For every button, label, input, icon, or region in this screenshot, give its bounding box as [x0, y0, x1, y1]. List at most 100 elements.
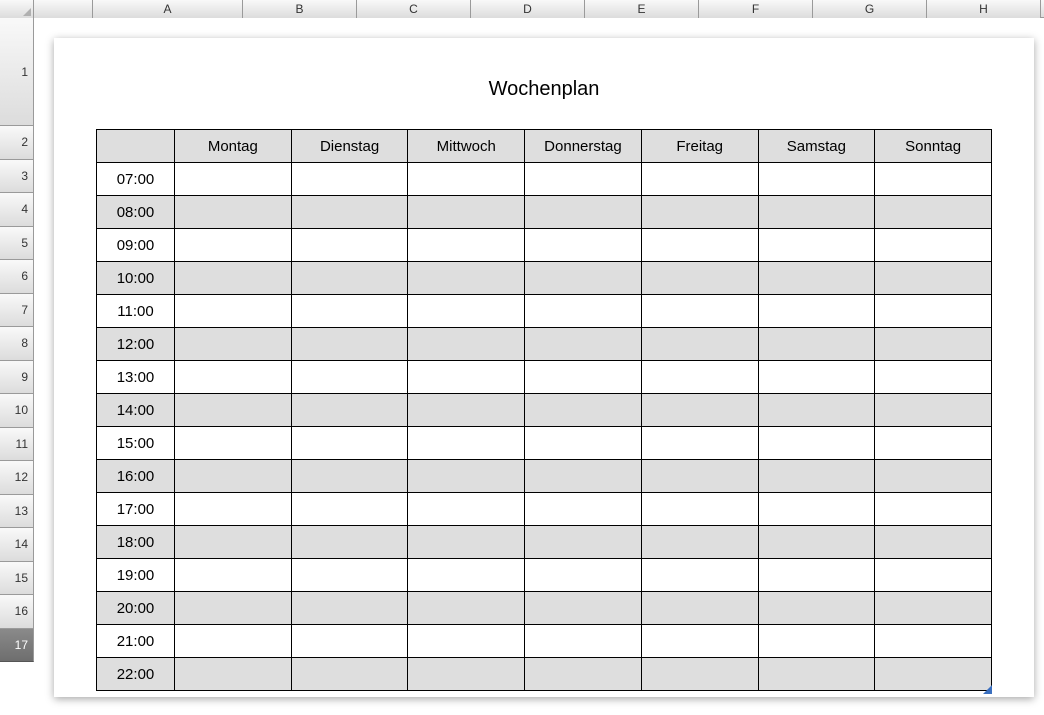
cell[interactable] — [758, 658, 875, 691]
cell[interactable] — [408, 493, 525, 526]
cell[interactable] — [291, 526, 408, 559]
cell[interactable] — [408, 427, 525, 460]
cell[interactable] — [875, 295, 992, 328]
day-header-5[interactable]: Samstag — [758, 130, 875, 163]
cell[interactable] — [641, 163, 758, 196]
cell[interactable] — [291, 328, 408, 361]
cell[interactable] — [641, 394, 758, 427]
day-header-0[interactable]: Montag — [175, 130, 292, 163]
cell[interactable] — [175, 295, 292, 328]
cell[interactable] — [875, 625, 992, 658]
row-header-12[interactable]: 12 — [0, 461, 34, 495]
cell[interactable] — [291, 295, 408, 328]
cell[interactable] — [408, 328, 525, 361]
day-header-6[interactable]: Sonntag — [875, 130, 992, 163]
cell[interactable] — [875, 559, 992, 592]
cell[interactable] — [175, 625, 292, 658]
row-header-10[interactable]: 10 — [0, 394, 34, 428]
cell[interactable] — [641, 361, 758, 394]
cell[interactable] — [408, 592, 525, 625]
cell[interactable] — [175, 658, 292, 691]
row-header-13[interactable]: 13 — [0, 495, 34, 529]
cell[interactable] — [291, 394, 408, 427]
cell[interactable] — [291, 262, 408, 295]
time-cell[interactable]: 07:00 — [97, 163, 175, 196]
row-header-5[interactable]: 5 — [0, 227, 34, 261]
column-header-F[interactable]: F — [699, 0, 813, 18]
column-header-G[interactable]: G — [813, 0, 927, 18]
cell[interactable] — [291, 196, 408, 229]
cell[interactable] — [875, 229, 992, 262]
time-cell[interactable]: 15:00 — [97, 427, 175, 460]
time-cell[interactable]: 08:00 — [97, 196, 175, 229]
cell[interactable] — [175, 493, 292, 526]
cell[interactable] — [758, 394, 875, 427]
cell[interactable] — [525, 460, 642, 493]
cell[interactable] — [525, 427, 642, 460]
time-cell[interactable]: 09:00 — [97, 229, 175, 262]
cell[interactable] — [641, 526, 758, 559]
cell[interactable] — [875, 163, 992, 196]
row-header-7[interactable]: 7 — [0, 294, 34, 328]
cell[interactable] — [291, 361, 408, 394]
cell[interactable] — [175, 526, 292, 559]
cell[interactable] — [875, 493, 992, 526]
cell[interactable] — [641, 427, 758, 460]
cell[interactable] — [408, 361, 525, 394]
cell[interactable] — [875, 460, 992, 493]
time-cell[interactable]: 22:00 — [97, 658, 175, 691]
cell[interactable] — [875, 658, 992, 691]
cell[interactable] — [525, 559, 642, 592]
cell[interactable] — [641, 229, 758, 262]
column-header-C[interactable]: C — [357, 0, 471, 18]
row-header-14[interactable]: 14 — [0, 528, 34, 562]
column-header-A[interactable]: A — [93, 0, 243, 18]
day-header-3[interactable]: Donnerstag — [525, 130, 642, 163]
cell[interactable] — [291, 229, 408, 262]
time-cell[interactable]: 21:00 — [97, 625, 175, 658]
cell[interactable] — [641, 592, 758, 625]
cell[interactable] — [641, 262, 758, 295]
cell[interactable] — [641, 196, 758, 229]
cell[interactable] — [758, 295, 875, 328]
select-all-corner[interactable] — [0, 0, 34, 18]
cell[interactable] — [525, 229, 642, 262]
header-blank[interactable] — [97, 130, 175, 163]
cell[interactable] — [641, 328, 758, 361]
cell[interactable] — [408, 229, 525, 262]
cell[interactable] — [175, 328, 292, 361]
cell[interactable] — [758, 592, 875, 625]
cell[interactable] — [525, 592, 642, 625]
cell[interactable] — [758, 559, 875, 592]
time-cell[interactable]: 17:00 — [97, 493, 175, 526]
cell[interactable] — [758, 196, 875, 229]
time-cell[interactable]: 16:00 — [97, 460, 175, 493]
cell[interactable] — [875, 361, 992, 394]
row-header-3[interactable]: 3 — [0, 160, 34, 194]
cell[interactable] — [525, 295, 642, 328]
cell[interactable] — [408, 394, 525, 427]
cell[interactable] — [875, 196, 992, 229]
cell[interactable] — [525, 658, 642, 691]
cell[interactable] — [175, 229, 292, 262]
cell[interactable] — [641, 295, 758, 328]
cell[interactable] — [175, 460, 292, 493]
cell[interactable] — [175, 427, 292, 460]
column-header-B[interactable]: B — [243, 0, 357, 18]
cell[interactable] — [525, 262, 642, 295]
cell[interactable] — [641, 625, 758, 658]
cell[interactable] — [641, 559, 758, 592]
cell[interactable] — [291, 163, 408, 196]
cell[interactable] — [875, 526, 992, 559]
cell[interactable] — [175, 262, 292, 295]
cell[interactable] — [175, 361, 292, 394]
cell[interactable] — [175, 196, 292, 229]
cell[interactable] — [525, 196, 642, 229]
cell[interactable] — [408, 658, 525, 691]
time-cell[interactable]: 20:00 — [97, 592, 175, 625]
cell[interactable] — [875, 262, 992, 295]
cell[interactable] — [408, 460, 525, 493]
cell[interactable] — [408, 625, 525, 658]
time-cell[interactable]: 12:00 — [97, 328, 175, 361]
row-header-15[interactable]: 15 — [0, 562, 34, 596]
